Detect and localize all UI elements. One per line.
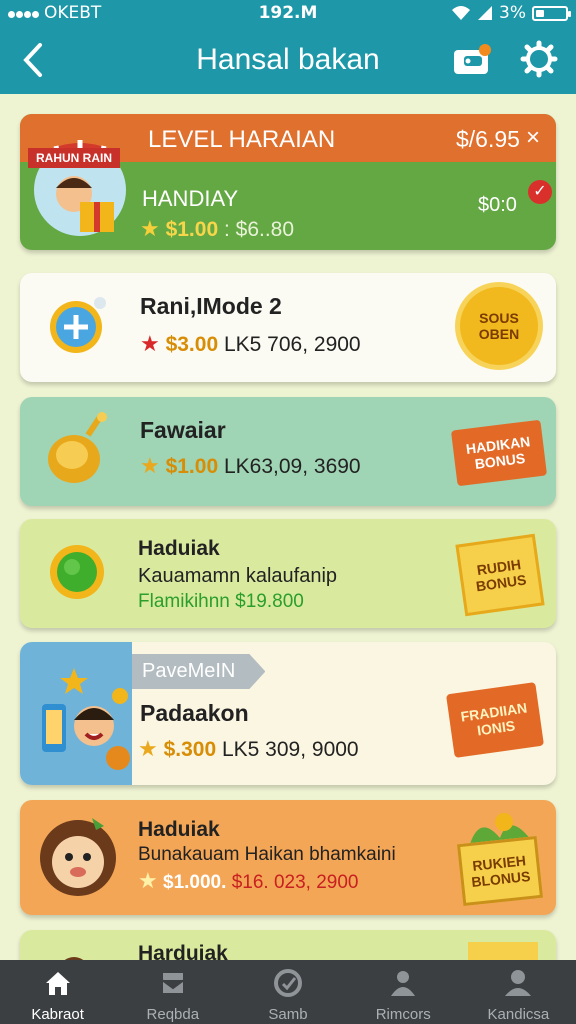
- offer-card-1[interactable]: Rani,IMode 2 ★ $3.00 LK5 706, 2900 SOUS …: [20, 273, 556, 382]
- battery-icon: [532, 5, 571, 21]
- featured-level-card[interactable]: LEVEL HARAIAN $/6.95 × RAHUN RAIN HANDIA…: [20, 114, 556, 250]
- card-price-line: ★ $.300 LK5 309, 9000: [138, 736, 359, 762]
- app-bar: Hansal bakan: [0, 26, 576, 94]
- bonus-badge[interactable]: FRADIIAN IONIS: [445, 682, 545, 758]
- ribbon-label: RAHUN RAIN: [28, 148, 120, 168]
- card-price-line: ★ $1.000. $16. 023, 2900: [138, 868, 359, 894]
- level-label: LEVEL HARAIAN: [148, 126, 336, 153]
- star-icon: ★: [140, 216, 160, 241]
- card-detail: LK5 706, 2900: [223, 333, 361, 356]
- bonus-badge[interactable]: SOUS OBEN: [460, 287, 538, 365]
- status-bar: OKEBT 192.M 3%: [0, 0, 576, 26]
- nav-item-store[interactable]: Reqbda: [115, 960, 230, 1024]
- card-price: $.300: [163, 738, 217, 761]
- nav-item-profile[interactable]: Kandicsa: [461, 960, 576, 1024]
- compass-icon: [50, 297, 106, 353]
- nav-label: Kabraot: [31, 1006, 84, 1023]
- wifi-icon: [452, 6, 471, 20]
- bonus-badge[interactable]: RUKIEH BLONUS: [456, 835, 544, 907]
- offer-card-3[interactable]: Haduiak Kauamamn kalaufanip Flamikihnn $…: [20, 519, 556, 628]
- signal-strength-icon: [478, 6, 493, 20]
- card-price: $1.000.: [163, 872, 227, 893]
- lion-icon: [40, 818, 116, 896]
- bonus-badge[interactable]: RUDIH BONUS: [455, 533, 545, 617]
- featured-amount: $0:0: [478, 194, 517, 216]
- bonus-badge[interactable]: HADIKAN BONUS: [450, 419, 548, 487]
- card-detail: LK5 309, 9000: [221, 738, 359, 761]
- star-icon: ★: [140, 453, 160, 478]
- store-icon: [160, 971, 185, 995]
- featured-price: $1.00: [165, 218, 219, 241]
- home-icon: [45, 972, 70, 995]
- card-title: Fawaiar: [140, 417, 226, 443]
- card-title: Rani,IMode 2: [140, 293, 282, 319]
- nav-label: Rimcors: [375, 1006, 431, 1023]
- card-price-line: ★ $1.00 LK63,09, 3690: [140, 453, 361, 479]
- card-price: $3.00: [165, 333, 219, 356]
- offer-card-2[interactable]: Fawaiar ★ $1.00 LK63,09, 3690 HADIKAN BO…: [20, 397, 556, 506]
- nav-label: Samb: [268, 1006, 308, 1023]
- card-title: Padaakon: [140, 700, 249, 726]
- nav-label: Reqbda: [146, 1006, 200, 1023]
- offer-card-5[interactable]: Haduiak Bunakauam Haikan bhamkaini ★ $1.…: [20, 800, 556, 915]
- green-coin-icon: [50, 545, 104, 599]
- wallet-icon[interactable]: [452, 44, 492, 76]
- featured-price-line: ★ $1.00 : $6..80: [140, 216, 294, 242]
- card-price-line: ★ $3.00 LK5 706, 2900: [140, 331, 361, 357]
- featured-extra: : $6..80: [223, 218, 295, 241]
- nav-label: Kandicsa: [487, 1006, 550, 1023]
- people-icon: [391, 971, 416, 996]
- person-icon: [505, 970, 532, 996]
- star-icon: ★: [138, 868, 158, 893]
- gold-cup-icon: [48, 412, 107, 483]
- refresh-icon: [274, 969, 302, 997]
- card-subtitle: Bunakauam Haikan bhamkaini: [138, 844, 396, 865]
- card-detail: LK63,09, 3690: [223, 455, 361, 478]
- featured-name: HANDIAY: [142, 186, 239, 211]
- card-tag: PaveMeIN: [132, 654, 266, 689]
- star-icon: ★: [140, 331, 160, 356]
- nav-item-home[interactable]: Kabraot: [0, 960, 115, 1024]
- check-icon: ✓: [528, 180, 552, 204]
- close-icon[interactable]: ×: [526, 124, 540, 152]
- offer-card-4[interactable]: PaveMeIN Padaakon ★ $.300 LK5 309, 9000 …: [20, 642, 556, 785]
- card-subtitle: Kauamamn kalaufanip: [138, 565, 338, 587]
- star-icon: ★: [138, 736, 158, 761]
- gear-icon[interactable]: [520, 40, 558, 78]
- card-title: Haduiak: [138, 818, 220, 841]
- nav-item-refresh[interactable]: Samb: [230, 960, 345, 1024]
- card-detail: $16. 023, 2900: [231, 872, 359, 893]
- card-price: $1.00: [165, 455, 219, 478]
- nav-item-people[interactable]: Rimcors: [346, 960, 461, 1024]
- card-title: Haduiak: [138, 537, 220, 560]
- bottom-navigation: Kabraot Reqbda Samb Rimcors Kandicsa: [0, 960, 576, 1024]
- card-promo: Flamikihnn $19.800: [138, 591, 304, 612]
- level-price: $/6.95: [456, 126, 520, 152]
- player-mascot-icon: [42, 668, 130, 770]
- battery-percent: 3%: [499, 3, 526, 23]
